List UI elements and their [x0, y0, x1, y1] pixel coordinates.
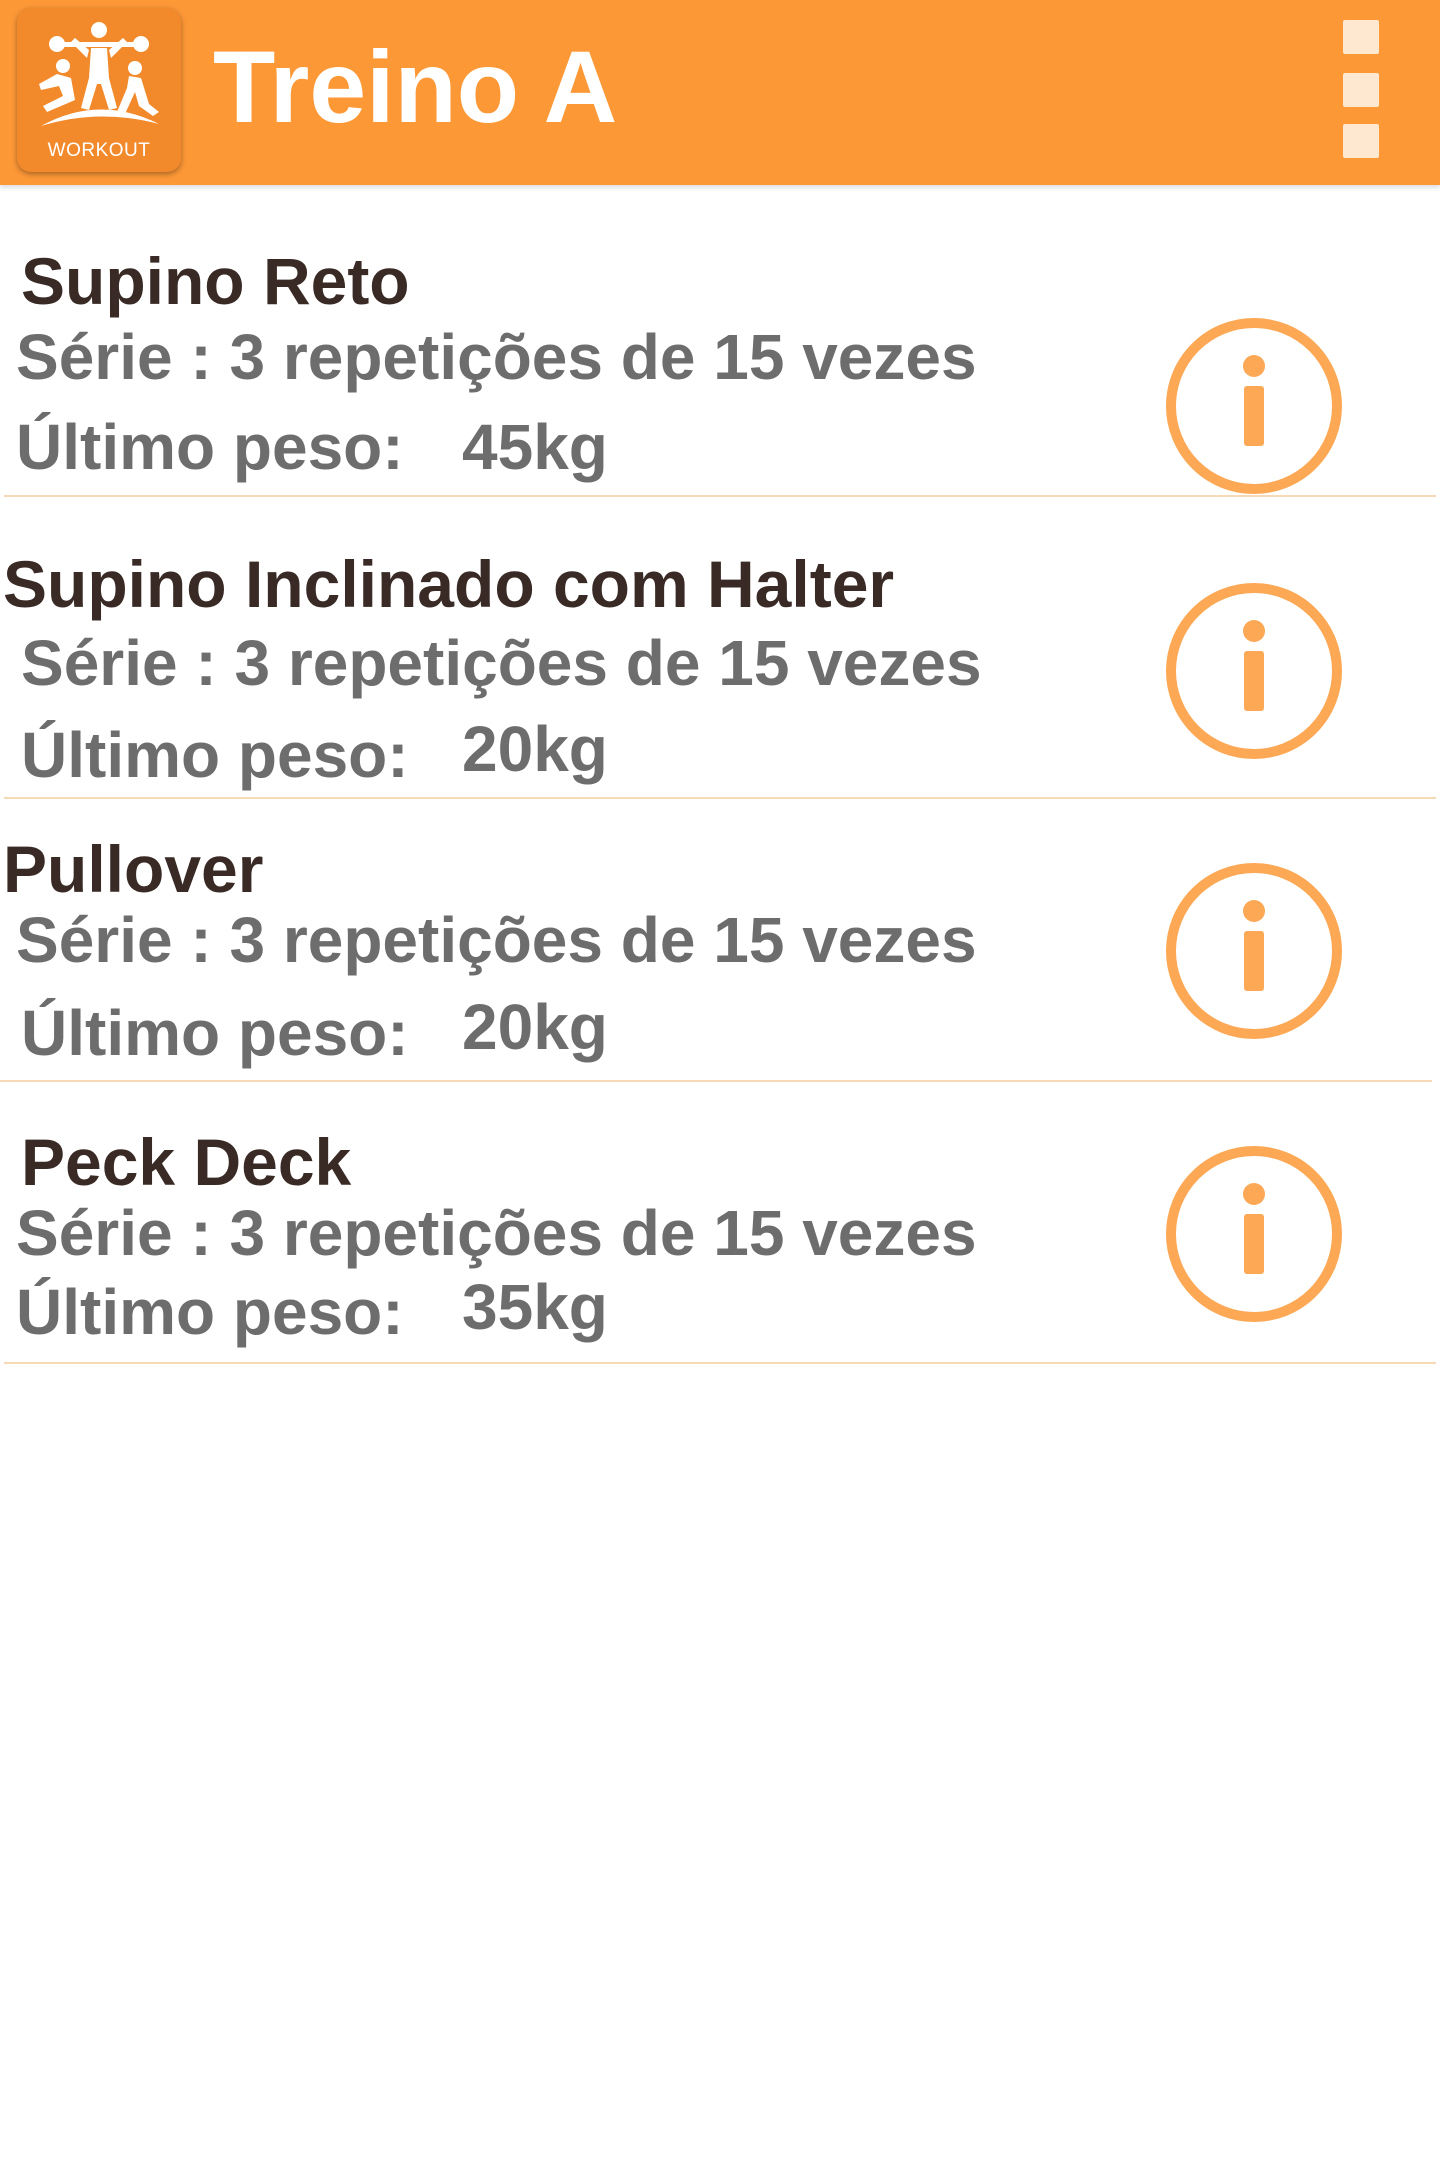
info-button[interactable]	[1164, 1144, 1344, 1324]
exercise-item[interactable]: Supino Inclinado com Halter Série : 3 re…	[0, 497, 1440, 800]
exercise-name: Pullover	[3, 832, 264, 906]
info-icon	[1166, 583, 1342, 759]
logo-text: WORKOUT	[47, 140, 151, 161]
exercise-weight-value: 20kg	[462, 991, 608, 1063]
info-icon	[1166, 1146, 1342, 1322]
info-button[interactable]	[1164, 581, 1344, 761]
exercise-series: Série : 3 repetições de 15 vezes	[16, 1197, 977, 1269]
page-title: Treino A	[213, 30, 618, 144]
exercise-weight-label: Último peso:	[21, 719, 409, 791]
exercise-weight-label: Último peso:	[21, 997, 409, 1069]
exercise-weight-value: 45kg	[462, 411, 608, 483]
exercise-weight-value: 35kg	[462, 1271, 608, 1343]
exercise-series: Série : 3 repetições de 15 vezes	[16, 321, 977, 393]
app-screen: WORKOUT Treino A Supino Reto Série : 3 r…	[0, 0, 1440, 2160]
action-bar: WORKOUT Treino A	[0, 0, 1440, 185]
exercise-item[interactable]: Peck Deck Série : 3 repetições de 15 vez…	[0, 1082, 1440, 1364]
info-icon	[1166, 863, 1342, 1039]
exercise-name: Peck Deck	[21, 1125, 352, 1199]
exercise-weight-label: Último peso:	[16, 411, 404, 483]
divider	[4, 797, 1436, 799]
exercise-name: Supino Reto	[21, 244, 410, 318]
divider	[4, 1362, 1436, 1364]
info-icon	[1166, 318, 1342, 494]
exercise-series: Série : 3 repetições de 15 vezes	[16, 904, 977, 976]
app-logo[interactable]: WORKOUT	[17, 8, 181, 172]
exercise-item[interactable]: Pullover Série : 3 repetições de 15 veze…	[0, 800, 1440, 1082]
exercise-item[interactable]: Supino Reto Série : 3 repetições de 15 v…	[0, 185, 1440, 497]
overflow-menu-button[interactable]	[1333, 18, 1391, 166]
exercise-weight-label: Último peso:	[16, 1276, 404, 1348]
info-button[interactable]	[1164, 861, 1344, 1041]
info-button[interactable]	[1164, 316, 1344, 496]
exercise-series: Série : 3 repetições de 15 vezes	[21, 627, 982, 699]
exercise-name: Supino Inclinado com Halter	[3, 547, 895, 621]
exercise-weight-value: 20kg	[462, 713, 608, 785]
